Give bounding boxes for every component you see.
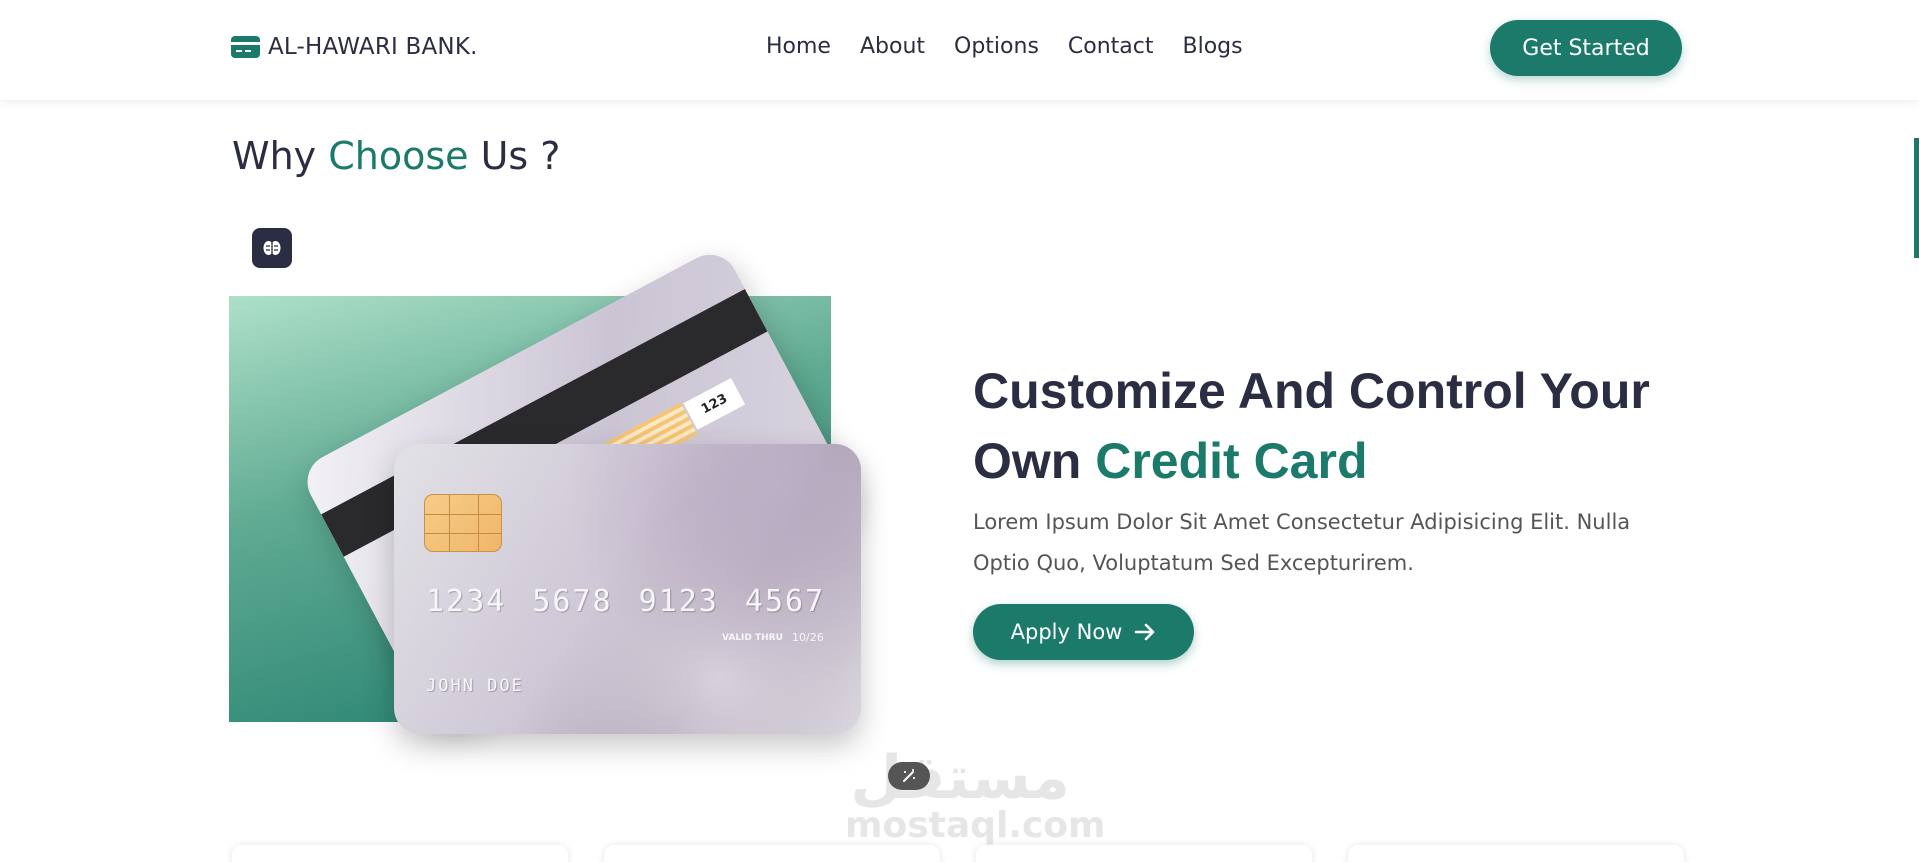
brand-logo[interactable]: AL-HAWARI BANK. — [231, 34, 478, 60]
card-holder-name: JOHN DOE — [426, 676, 524, 696]
nav-link-contact[interactable]: Contact — [1068, 34, 1154, 59]
magic-wand-button[interactable] — [888, 762, 930, 790]
get-started-button[interactable]: Get Started — [1490, 20, 1682, 76]
feature-description: Lorem Ipsum Dolor Sit Amet Consectetur A… — [973, 510, 1631, 575]
valid-thru-date: 10/26 — [792, 631, 824, 644]
nav-link-about[interactable]: About — [860, 34, 925, 59]
nav-link-home[interactable]: Home — [766, 34, 831, 59]
scroll-indicator[interactable] — [1914, 138, 1919, 258]
section-title: Why Choose Us ? — [232, 134, 560, 178]
bottom-card-2 — [604, 845, 940, 862]
section-title-part1: Why — [232, 134, 329, 178]
card-cvv: 123 — [683, 377, 746, 430]
card-chip-icon — [424, 494, 502, 552]
nav-link-options[interactable]: Options — [954, 34, 1039, 59]
section-title-part2: Us ? — [468, 134, 561, 178]
feature-headline-accent: Credit Card — [1095, 433, 1368, 489]
valid-thru-label: VALID THRU — [722, 633, 783, 643]
bottom-card-3 — [976, 845, 1312, 862]
brand-name: AL-HAWARI BANK. — [268, 34, 478, 60]
magic-wand-icon — [903, 769, 915, 782]
feature-headline: Customize And Control Your Own Credit Ca… — [973, 356, 1693, 496]
credit-card-front: 1234 5678 9123 4567 VALID THRU 10/26 JOH… — [394, 444, 861, 734]
bottom-card-4 — [1348, 845, 1684, 862]
watermark: مستقل mostaql.com — [845, 743, 1106, 846]
arrow-right-icon — [1135, 623, 1155, 641]
brain-icon — [263, 241, 281, 255]
card-number: 1234 5678 9123 4567 — [426, 584, 826, 619]
nav-link-blogs[interactable]: Blogs — [1183, 34, 1243, 59]
credit-card-icon — [231, 36, 260, 58]
section-title-accent: Choose — [328, 134, 469, 178]
nav-links: Home About Options Contact Blogs — [766, 34, 1243, 59]
apply-now-label: Apply Now — [1010, 620, 1123, 644]
apply-now-button[interactable]: Apply Now — [973, 604, 1194, 660]
watermark-arabic-text: مستقل — [850, 743, 1070, 813]
brain-icon-badge — [252, 228, 292, 268]
bottom-card-1 — [232, 845, 568, 862]
navbar: AL-HAWARI BANK. Home About Options Conta… — [0, 0, 1919, 100]
watermark-url: mostaql.com — [845, 805, 1106, 846]
